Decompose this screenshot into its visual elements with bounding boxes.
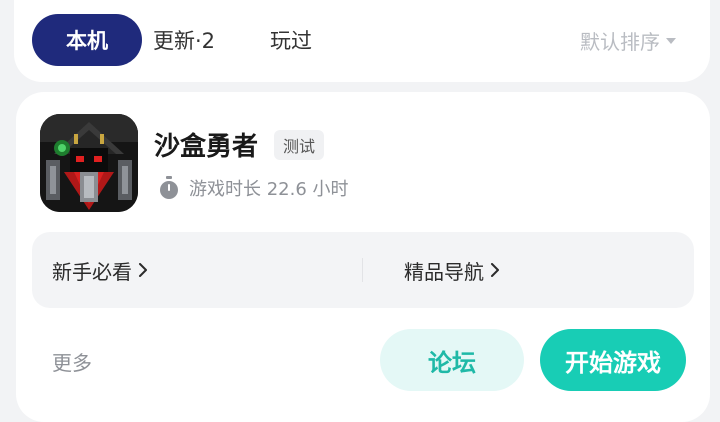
beginner-guide-link[interactable]: 新手必看: [52, 232, 148, 308]
more-button[interactable]: 更多: [52, 347, 92, 376]
stopwatch-icon: [160, 176, 178, 199]
game-title[interactable]: 沙盒勇者: [154, 126, 258, 163]
start-game-button[interactable]: 开始游戏: [540, 329, 686, 391]
featured-nav-label: 精品导航: [404, 259, 484, 284]
featured-nav-link[interactable]: 精品导航: [404, 232, 500, 308]
sort-label: 默认排序: [580, 29, 660, 54]
quick-links-bar: 新手必看 精品导航: [32, 232, 694, 308]
sort-dropdown[interactable]: 默认排序: [580, 14, 676, 66]
quick-links-divider: [362, 258, 363, 282]
forum-button[interactable]: 论坛: [380, 329, 524, 391]
playtime-row: 游戏时长 22.6 小时: [158, 174, 349, 202]
game-card: 沙盒勇者 测试 游戏时长 22.6 小时 新手必看 精品导航 更多 论坛 开始游…: [16, 92, 710, 422]
tab-local[interactable]: 本机: [32, 14, 142, 66]
game-knight-icon[interactable]: [40, 114, 138, 212]
test-badge: 测试: [274, 130, 325, 160]
caret-down-icon: [666, 38, 676, 44]
beginner-guide-label: 新手必看: [52, 259, 132, 284]
tab-played[interactable]: 玩过: [270, 14, 312, 66]
filter-tab-bar: 本机 更新·2 玩过 默认排序: [14, 0, 710, 82]
chevron-right-icon: [139, 263, 147, 277]
playtime-text: 游戏时长 22.6 小时: [189, 179, 349, 200]
chevron-right-icon: [491, 263, 499, 277]
tab-updates[interactable]: 更新·2: [153, 14, 215, 66]
